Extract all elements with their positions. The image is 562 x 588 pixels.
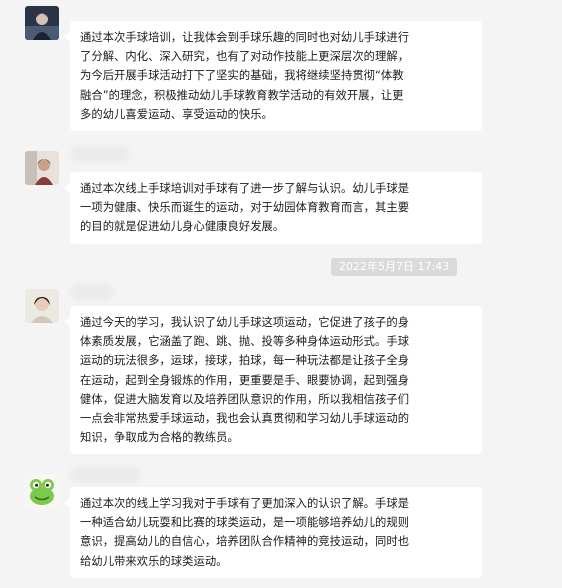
avatar-person-photo-icon (25, 151, 59, 185)
avatar[interactable] (25, 151, 59, 185)
avatar-green-frog-icon (25, 474, 59, 508)
avatar-person-photo-icon (25, 289, 59, 323)
sender-name (70, 467, 140, 483)
sender-name (70, 146, 130, 162)
sender-name (70, 284, 114, 300)
message-bubble[interactable]: 通过本次手球培训，让我体会到手球乐趣的同时也对幼儿手球进行 了分解、内化、深入研… (64, 21, 482, 132)
message-bubble[interactable]: 通过今天的学习，我认识了幼儿手球这项运动，它促进了孩子的身 体素质发展，它涵盖了… (64, 306, 482, 455)
message-bubble[interactable]: 通过本次的线上学习我对于手球有了更加深入的认识了解。手球是 一种适合幼儿玩耍和比… (64, 487, 482, 578)
avatar-portrait-dark-icon (25, 6, 59, 40)
avatar[interactable] (25, 6, 59, 40)
avatar[interactable] (25, 289, 59, 323)
avatar[interactable] (25, 474, 59, 508)
message-bubble[interactable]: 通过本次线上手球培训对手球有了进一步了解与认识。幼儿手球是 一项为健康、快乐而诞… (64, 172, 482, 244)
timestamp: 2022年5月7日 17:43 (331, 258, 458, 276)
